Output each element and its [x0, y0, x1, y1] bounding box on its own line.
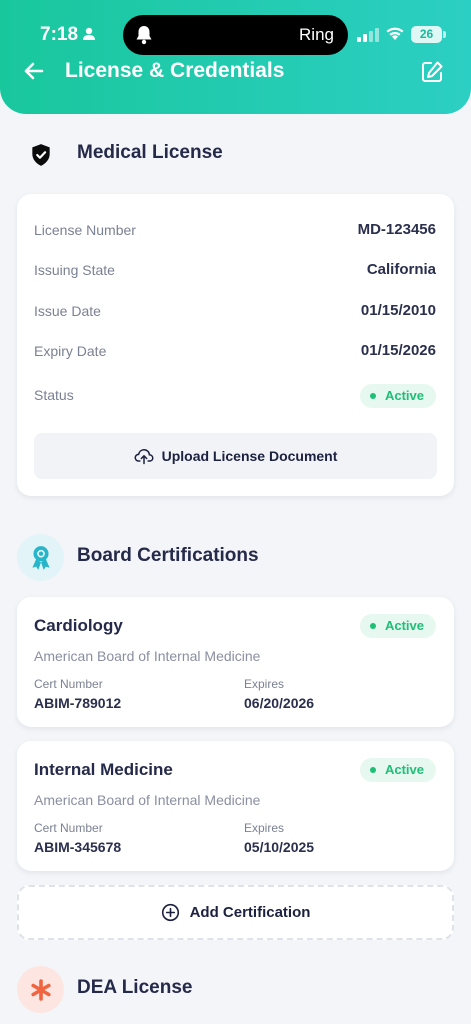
section-title-dea-license: DEA License	[77, 977, 193, 998]
issue-date-row: Issue Date 01/15/2010	[34, 300, 436, 324]
row-label: Issue Date	[34, 303, 101, 319]
cert-number-value: ABIM-789012	[34, 695, 122, 711]
expiry-date-row: Expiry Date 01/15/2026	[34, 340, 436, 364]
status-badge: Active	[359, 614, 436, 638]
dea-license-header: DEA License	[17, 966, 457, 1014]
issuing-state-row: Issuing State California	[34, 259, 436, 283]
back-arrow-icon[interactable]	[22, 59, 46, 83]
cert-board: American Board of Internal Medicine	[34, 792, 261, 808]
plus-circle-icon	[161, 903, 179, 922]
nav-bar: License & Credentials	[0, 54, 471, 90]
status-row: Status Active	[34, 384, 436, 408]
cert-expires-value: 05/10/2025	[244, 839, 315, 855]
row-value: 01/15/2026	[360, 342, 436, 359]
cert-expires-value: 06/20/2026	[244, 695, 315, 711]
add-certification-label: Add Certification	[189, 904, 311, 921]
upload-license-button[interactable]: Upload License Document	[34, 433, 437, 479]
battery-tip	[443, 31, 446, 38]
cloud-upload-icon	[134, 448, 154, 465]
battery-indicator: 26	[411, 26, 442, 43]
cert-name: Cardiology	[34, 616, 123, 635]
medical-license-header: Medical License	[17, 131, 457, 179]
status-dot	[369, 623, 376, 629]
status-time: 7:18	[40, 24, 79, 45]
medical-license-card: License Number MD-123456 Issuing State C…	[17, 194, 454, 496]
island-label: Ring	[299, 25, 334, 44]
row-value: MD-123456	[357, 221, 436, 238]
dynamic-island: Ring	[123, 15, 348, 55]
status-badge-label: Active	[384, 762, 424, 777]
upload-license-label: Upload License Document	[161, 448, 338, 464]
status-badge: Active	[359, 384, 436, 408]
medical-license-icon-wrap	[17, 131, 64, 178]
status-badge-label: Active	[384, 388, 424, 403]
cert-board: American Board of Internal Medicine	[34, 648, 261, 664]
row-label: License Number	[34, 222, 136, 238]
board-icon-wrap	[17, 534, 64, 581]
row-value: California	[366, 261, 436, 278]
cert-card-cardiology[interactable]: Cardiology Active American Board of Inte…	[17, 597, 454, 727]
cert-name: Internal Medicine	[34, 760, 173, 779]
cert-expires-label: Expires	[244, 821, 285, 835]
section-title-medical-license: Medical License	[77, 142, 223, 163]
section-title-board-certifications: Board Certifications	[77, 545, 259, 566]
row-label: Issuing State	[34, 262, 115, 278]
cert-number-value: ABIM-345678	[34, 839, 122, 855]
status-bar: 7:18 Ring 26	[0, 14, 471, 55]
bell-icon	[136, 26, 152, 45]
cert-number-label: Cert Number	[34, 677, 103, 691]
status-dot	[369, 767, 376, 773]
cellular-signal-icon	[357, 28, 379, 42]
row-value: 01/15/2010	[360, 302, 436, 319]
board-certifications-header: Board Certifications	[17, 534, 457, 582]
page-title: License & Credentials	[65, 59, 285, 82]
app-header: 7:18 Ring 26 License & Credentials	[0, 0, 471, 114]
cert-card-internal-medicine[interactable]: Internal Medicine Active American Board …	[17, 741, 454, 871]
shield-check-icon	[31, 143, 50, 166]
cert-expires-label: Expires	[244, 677, 285, 691]
cert-number-label: Cert Number	[34, 821, 103, 835]
status-badge-label: Active	[384, 618, 424, 633]
dea-icon-wrap	[17, 966, 64, 1013]
wifi-icon	[386, 27, 404, 40]
status-dot	[369, 393, 376, 399]
license-number-row: License Number MD-123456	[34, 219, 436, 243]
row-label: Expiry Date	[34, 343, 107, 359]
status-badge: Active	[359, 758, 436, 782]
person-icon	[83, 27, 95, 40]
add-certification-button[interactable]: Add Certification	[17, 885, 454, 940]
edit-icon[interactable]	[420, 60, 444, 84]
award-ribbon-icon	[31, 545, 50, 570]
asterisk-icon	[30, 978, 51, 1001]
row-label: Status	[34, 387, 74, 403]
